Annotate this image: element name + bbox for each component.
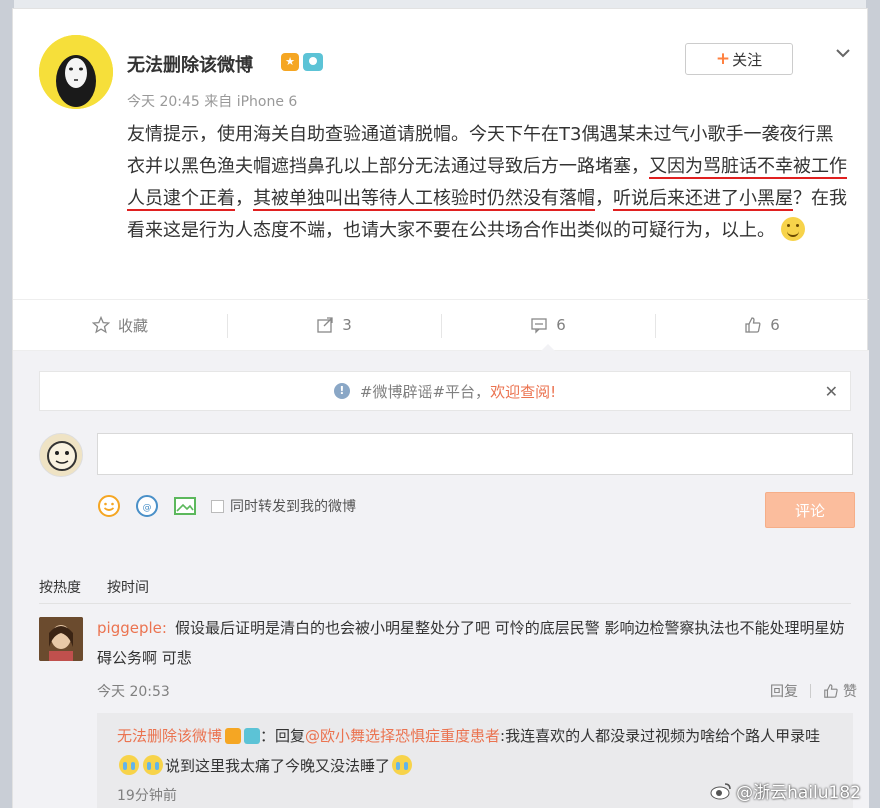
post-meta: 今天 20:45 来自 iPhone 6 bbox=[127, 94, 298, 110]
plus-icon: + bbox=[715, 49, 731, 69]
cry-emoji-icon bbox=[392, 755, 413, 775]
composer-toolbar: @ 同时转发到我的微博 bbox=[97, 493, 356, 519]
repost-checkbox-label[interactable]: 同时转发到我的微博 bbox=[230, 496, 356, 516]
notice-text: #微博辟谣#平台， bbox=[359, 382, 491, 401]
comment-input[interactable] bbox=[97, 433, 853, 475]
comment-time: 今天 20:53 bbox=[97, 684, 170, 700]
emoji-icon[interactable] bbox=[97, 494, 121, 518]
member-badge-icon[interactable] bbox=[303, 53, 323, 71]
svg-text:@: @ bbox=[143, 503, 152, 513]
favorite-label: 收藏 bbox=[117, 316, 148, 335]
topic-icon[interactable]: @ bbox=[135, 494, 159, 518]
cry-emoji-icon bbox=[143, 755, 163, 775]
commenter-avatar[interactable] bbox=[39, 617, 83, 661]
underlined-text: 其被单独叫出等待人工核验时仍然没有落帽 bbox=[253, 188, 595, 211]
reply-time: 19分钟前 bbox=[117, 788, 177, 804]
tab-time[interactable]: 按时间 bbox=[107, 577, 149, 597]
member-badge-icon bbox=[244, 728, 261, 744]
comment-text: 假设最后证明是清白的也会被小明星整处分了吧 可怜的底层民警 影响边检警察执法也不… bbox=[97, 619, 845, 667]
follow-label: 关注 bbox=[732, 50, 763, 69]
reply-text-part: 说到这里我太痛了今晚又没法睡了 bbox=[165, 757, 391, 775]
watermark: @浙云hailu182 bbox=[710, 778, 861, 803]
repost-button[interactable]: 3 bbox=[227, 300, 441, 350]
follow-button[interactable]: + 关注 bbox=[685, 43, 793, 75]
smile-emoji-icon bbox=[780, 217, 805, 241]
mention-link[interactable]: @欧小舞选择恐惧症重度患者 bbox=[305, 727, 500, 745]
comment-like-button[interactable]: 赞 bbox=[843, 681, 857, 701]
author-name[interactable]: 无法删除该微博 bbox=[127, 51, 253, 77]
post-text-part: ， bbox=[235, 188, 253, 209]
author-avatar[interactable] bbox=[39, 35, 113, 109]
reply-author-name[interactable]: 无法删除该微博 bbox=[117, 727, 222, 745]
image-icon[interactable] bbox=[173, 494, 197, 518]
reply-button[interactable]: 回复 bbox=[770, 681, 798, 701]
current-user-avatar[interactable] bbox=[39, 433, 83, 477]
reply-prefix: ：回复 bbox=[260, 727, 306, 745]
post-action-bar: 收藏 3 6 6 bbox=[13, 299, 869, 351]
post-text-part: ， bbox=[595, 188, 613, 209]
submit-comment-button[interactable]: 评论 bbox=[765, 492, 855, 528]
comment-panel: ! #微博辟谣#平台， 欢迎查阅! ✕ @ 同时转发到我的微博 评论 按热度 按… bbox=[13, 351, 869, 808]
watermark-text: @浙云hailu182 bbox=[736, 783, 861, 803]
comment-button[interactable]: 6 bbox=[441, 300, 655, 351]
repost-icon bbox=[317, 317, 333, 333]
divider bbox=[810, 684, 811, 698]
like-count: 6 bbox=[770, 316, 780, 334]
comment-sort-tabs: 按热度 按时间 bbox=[39, 577, 175, 597]
favorite-button[interactable]: 收藏 bbox=[13, 300, 227, 350]
comment-actions: 回复 赞 bbox=[770, 681, 857, 701]
rumor-notice-banner: ! #微博辟谣#平台， 欢迎查阅! ✕ bbox=[39, 371, 851, 411]
like-button[interactable]: 6 bbox=[655, 300, 869, 350]
thumbs-up-icon[interactable] bbox=[823, 683, 839, 699]
comment-count: 6 bbox=[556, 316, 566, 334]
info-icon: ! bbox=[333, 383, 350, 399]
weibo-post-card: 无法删除该微博 ★ 今天 20:45 来自 iPhone 6 + 关注 友情提示… bbox=[12, 8, 869, 808]
post-text: 友情提示，使用海关自助查验通道请脱帽。今天下午在T3偶遇某未过气小歌手一袭夜行黑… bbox=[127, 119, 847, 247]
comment-icon bbox=[531, 318, 547, 334]
vip-badge-icon[interactable]: ★ bbox=[281, 53, 299, 71]
reply-text-part: :我连喜欢的人都没录过视频为啥给个路人甲录哇 bbox=[500, 727, 821, 745]
reply-body: 无法删除该微博 ：回复@欧小舞选择恐惧症重度患者:我连喜欢的人都没录过视频为啥给个… bbox=[117, 721, 837, 781]
repost-count: 3 bbox=[342, 316, 352, 334]
comment-body: piggeple: 假设最后证明是清白的也会被小明星整处分了吧 可怜的底层民警 影… bbox=[97, 613, 853, 673]
divider bbox=[39, 603, 851, 604]
commenter-name[interactable]: piggeple: bbox=[97, 619, 167, 637]
close-icon[interactable]: ✕ bbox=[825, 382, 838, 401]
thumbs-up-icon bbox=[745, 317, 761, 333]
star-icon bbox=[91, 316, 110, 334]
tab-hot[interactable]: 按热度 bbox=[39, 577, 81, 597]
chevron-down-icon[interactable] bbox=[835, 45, 851, 61]
weibo-logo-icon bbox=[710, 782, 731, 799]
vip-badge-icon bbox=[225, 728, 242, 744]
underlined-text: 听说后来还进了小黑屋 bbox=[613, 188, 793, 211]
notice-link[interactable]: 欢迎查阅! bbox=[490, 381, 556, 402]
cry-emoji-icon bbox=[119, 755, 139, 775]
repost-checkbox[interactable] bbox=[211, 499, 224, 513]
